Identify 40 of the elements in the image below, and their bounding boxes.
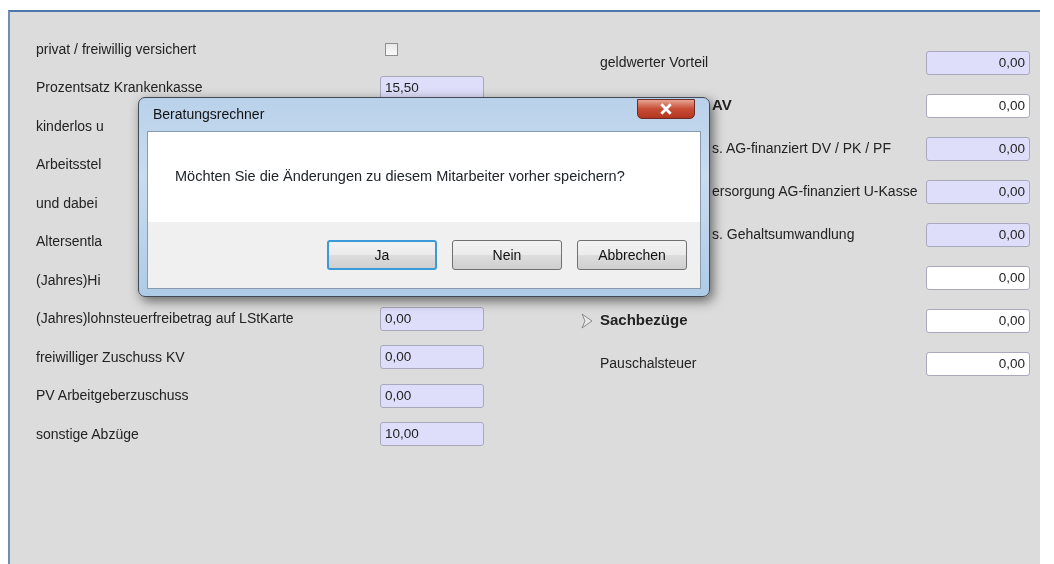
field-label: sonstige Abzüge	[36, 425, 139, 442]
input-field[interactable]: 0,00	[926, 136, 1030, 161]
field-label: Arbeitsstel	[36, 156, 102, 173]
field-label: Pauschalsteuer	[600, 354, 697, 373]
input-field[interactable]: 0,00	[380, 306, 484, 331]
dialog-message: Möchten Sie die Änderungen zu diesem Mitarbeiter vorher speichern?	[174, 167, 626, 187]
input-field[interactable]: 0,00	[926, 93, 1030, 118]
input-field[interactable]: 0,00	[926, 351, 1030, 376]
input-field[interactable]: 0,00	[926, 308, 1030, 333]
field-label: kinderlos u	[36, 117, 104, 134]
window-title: Beratungsrechner	[153, 105, 266, 124]
field-label: Prozentsatz Krankenkasse	[36, 79, 203, 96]
input-field[interactable]: 0,00	[926, 50, 1030, 75]
dialog-button[interactable]: Abbrechen	[577, 240, 687, 270]
input-field[interactable]: 0,00	[926, 265, 1030, 290]
close-button[interactable]	[637, 99, 695, 119]
field-label: PV Arbeitgeberzuschuss	[36, 387, 189, 404]
dialog-button[interactable]: Nein	[452, 240, 562, 270]
field-label: (Jahres)Hi	[36, 271, 101, 288]
input-field[interactable]: 10,00	[380, 422, 484, 447]
field-label: ersorgung AG-finanziert U-Kasse	[712, 182, 918, 201]
field-label: s. Gehaltsumwandlung	[712, 225, 855, 244]
input-field[interactable]: 0,00	[380, 383, 484, 408]
field-label: Altersentla	[36, 233, 103, 250]
field-label: (Jahres)lohnsteuerfreibetrag auf LStKarte	[36, 310, 294, 327]
close-icon	[659, 103, 673, 115]
field-label: geldwerter Vorteil	[600, 53, 709, 72]
checkbox[interactable]	[385, 42, 398, 56]
section-heading: Sachbezüge	[600, 310, 688, 331]
section-heading: AV	[712, 95, 732, 116]
dialog-button[interactable]: Ja	[327, 240, 437, 270]
field-label: und dabei	[36, 194, 98, 211]
input-field[interactable]: 0,00	[926, 222, 1030, 247]
input-field[interactable]: 0,00	[380, 345, 484, 370]
field-label: freiwilliger Zuschuss KV	[36, 348, 185, 365]
input-field[interactable]: 0,00	[926, 179, 1030, 204]
input-field[interactable]: 15,50	[380, 75, 484, 100]
field-label: s. AG-finanziert DV / PK / PF	[712, 139, 891, 158]
field-label: privat / freiwillig versichert	[36, 40, 197, 57]
chevron-icon[interactable]	[580, 312, 594, 329]
